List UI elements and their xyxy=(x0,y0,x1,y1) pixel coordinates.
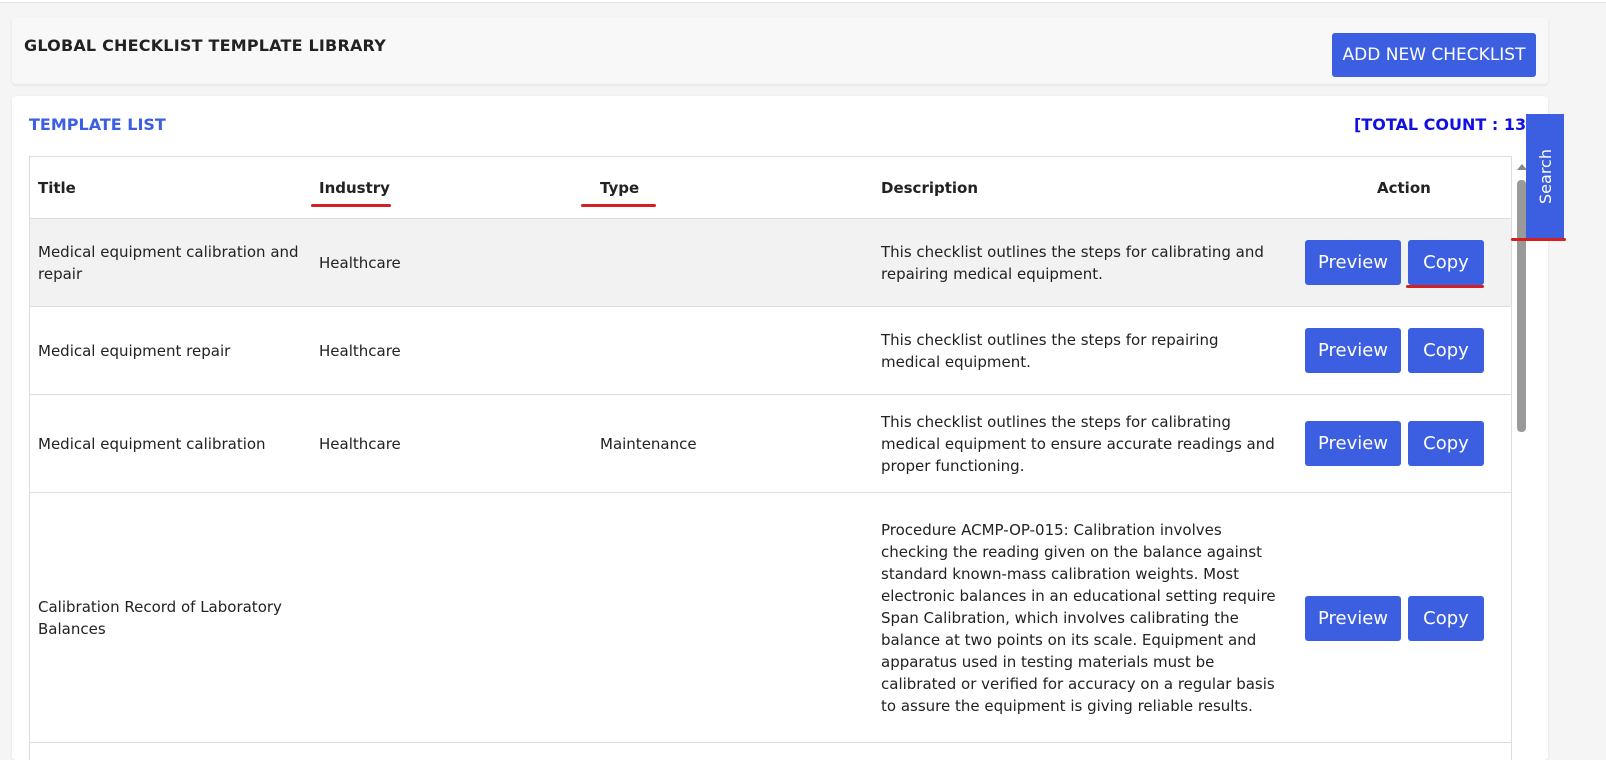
row-industry: Healthcare xyxy=(319,435,401,453)
library-header: GLOBAL CHECKLIST TEMPLATE LIBRARY ADD NE… xyxy=(12,18,1548,84)
table-row: Calibration Record of Laboratory Balance… xyxy=(30,493,1511,743)
search-side-tab[interactable]: Search xyxy=(1526,114,1564,238)
preview-button[interactable]: Preview xyxy=(1305,328,1401,373)
table-row: Medical equipment calibration and repair… xyxy=(30,219,1511,307)
preview-button[interactable]: Preview xyxy=(1305,421,1401,466)
row-description: Procedure ACMP-OP-015: Calibration invol… xyxy=(881,521,1276,715)
row-description: This checklist outlines the steps for ca… xyxy=(881,413,1275,475)
table-row: Medical equipment repair Healthcare This… xyxy=(30,307,1511,395)
total-count-badge: [TOTAL COUNT : 131] xyxy=(1354,115,1545,134)
row-description: This checklist outlines the steps for re… xyxy=(881,331,1219,371)
preview-button[interactable]: Preview xyxy=(1305,240,1401,285)
row-type: Maintenance xyxy=(600,435,697,453)
column-header-type[interactable]: Type xyxy=(600,179,639,197)
template-table: Title Industry Type Description Action M… xyxy=(29,156,1512,760)
annotation-underline-copy xyxy=(1406,285,1484,288)
template-list-title: TEMPLATE LIST xyxy=(29,115,166,134)
page-title: GLOBAL CHECKLIST TEMPLATE LIBRARY xyxy=(24,36,386,55)
annotation-underline-search xyxy=(1511,238,1566,241)
table-row: Medical equipment calibration Healthcare… xyxy=(30,395,1511,493)
row-title: Medical equipment repair xyxy=(38,342,231,360)
row-description: This checklist outlines the steps for ca… xyxy=(881,243,1264,283)
row-industry: Healthcare xyxy=(319,254,401,272)
row-title: Medical equipment calibration xyxy=(38,435,266,453)
preview-button[interactable]: Preview xyxy=(1305,596,1401,641)
column-header-industry[interactable]: Industry xyxy=(319,179,390,197)
copy-button[interactable]: Copy xyxy=(1408,328,1484,373)
table-scrollbar[interactable] xyxy=(1514,160,1528,760)
search-tab-label: Search xyxy=(1535,148,1555,204)
copy-button[interactable]: Copy xyxy=(1408,421,1484,466)
row-title: Medical equipment calibration and repair xyxy=(38,243,299,283)
column-header-description[interactable]: Description xyxy=(881,179,978,197)
column-header-title[interactable]: Title xyxy=(38,179,76,197)
add-new-checklist-button[interactable]: ADD NEW CHECKLIST xyxy=(1332,33,1536,77)
copy-button[interactable]: Copy xyxy=(1408,240,1484,285)
template-list-card: TEMPLATE LIST [TOTAL COUNT : 131] Title … xyxy=(12,96,1548,760)
annotation-underline-industry xyxy=(311,204,391,207)
copy-button[interactable]: Copy xyxy=(1408,596,1484,641)
top-border xyxy=(0,0,1606,3)
column-header-action: Action xyxy=(1377,179,1431,197)
table-header: Title Industry Type Description Action xyxy=(30,157,1511,219)
row-title: Calibration Record of Laboratory Balance… xyxy=(38,598,282,638)
annotation-underline-type xyxy=(581,204,656,207)
row-industry: Healthcare xyxy=(319,342,401,360)
scroll-thumb[interactable] xyxy=(1517,180,1526,432)
